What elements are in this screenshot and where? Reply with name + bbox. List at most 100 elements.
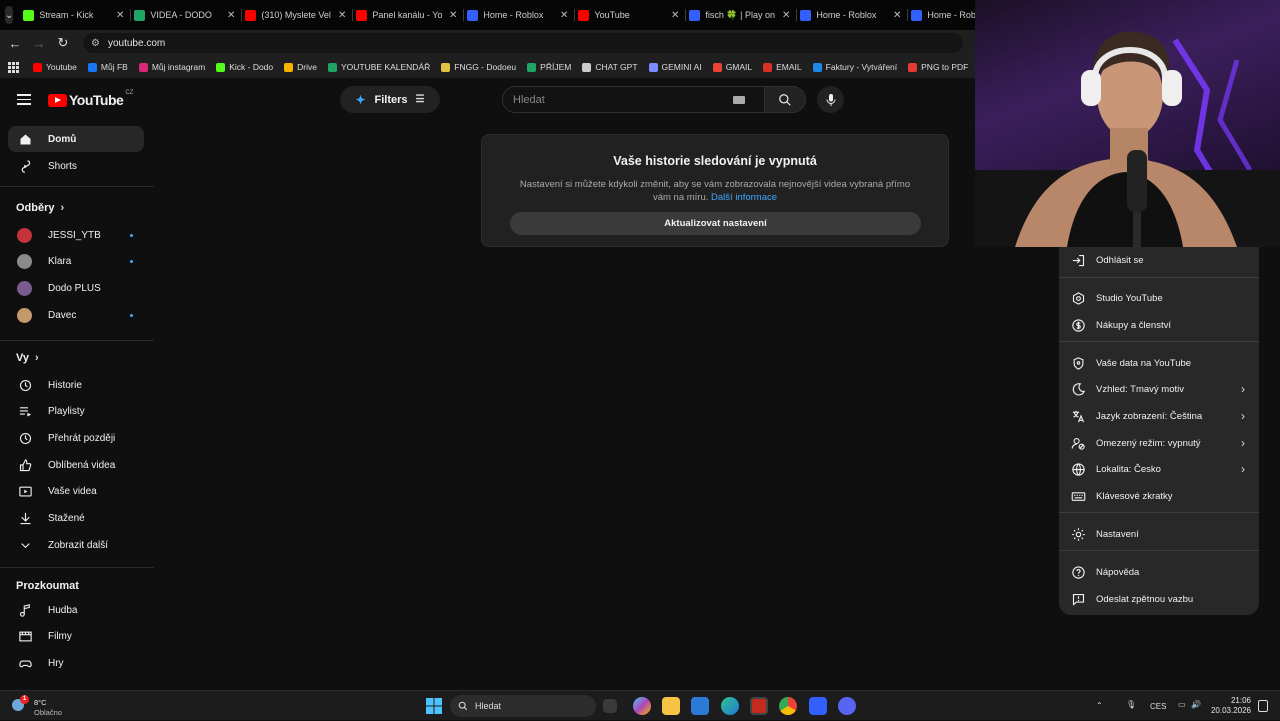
sidebar-item[interactable]: Filmy bbox=[8, 624, 144, 650]
file-explorer-icon[interactable] bbox=[662, 697, 680, 715]
sidebar-item[interactable]: Stažené bbox=[8, 506, 144, 532]
bookmark[interactable]: GEMINI AI bbox=[648, 62, 702, 72]
bookmark[interactable]: EMAIL bbox=[763, 62, 802, 72]
chrome-icon[interactable] bbox=[779, 697, 797, 715]
bookmark[interactable]: GMAIL bbox=[712, 62, 752, 72]
network-icon[interactable]: ▭ bbox=[1178, 700, 1186, 709]
bookmark[interactable]: Drive bbox=[284, 62, 317, 72]
apps-icon[interactable] bbox=[8, 62, 19, 73]
bookmark[interactable]: PŘÍJEM bbox=[527, 62, 571, 72]
tab-close-icon[interactable]: ✕ bbox=[338, 10, 346, 21]
notifications-icon[interactable] bbox=[1258, 700, 1268, 712]
tab-close-icon[interactable]: ✕ bbox=[227, 10, 235, 21]
language-indicator[interactable]: CES bbox=[1150, 702, 1166, 711]
task-view-icon[interactable] bbox=[603, 699, 617, 713]
bookmark[interactable]: Můj instagram bbox=[138, 62, 205, 72]
site-info-icon[interactable]: ⚙ bbox=[91, 38, 100, 49]
menu-item[interactable]: Omezený režim: vypnutý › bbox=[1059, 430, 1259, 456]
weather-widget[interactable]: 1 8°C Oblačno bbox=[12, 695, 82, 717]
menu-item[interactable]: Jazyk zobrazení: Čeština › bbox=[1059, 403, 1259, 429]
edge-icon[interactable] bbox=[721, 697, 739, 715]
menu-item[interactable]: Nastavení bbox=[1059, 521, 1259, 547]
forward-button[interactable]: → bbox=[27, 36, 51, 51]
menu-item[interactable]: Nápověda bbox=[1059, 559, 1259, 585]
roblox-icon[interactable] bbox=[809, 697, 827, 715]
subscription-item[interactable]: Dodo PLUS bbox=[8, 275, 144, 301]
address-bar[interactable]: ⚙ youtube.com bbox=[83, 33, 963, 53]
menu-item[interactable]: Klávesové zkratky bbox=[1059, 483, 1259, 509]
sidebar-item[interactable]: Playlisty bbox=[8, 399, 144, 425]
browser-tab[interactable]: Home - Roblox ✕ bbox=[463, 2, 574, 28]
tab-close-icon[interactable]: ✕ bbox=[449, 10, 457, 21]
learn-more-link[interactable]: Další informace bbox=[711, 192, 777, 203]
browser-tab[interactable]: fisch 🍀 | Play on ✕ bbox=[685, 2, 796, 28]
menu-item[interactable]: Vaše data na YouTube bbox=[1059, 350, 1259, 376]
sidebar-item[interactable]: Vaše videa bbox=[8, 479, 144, 505]
discord-icon[interactable] bbox=[838, 697, 856, 715]
browser-toolbar: ← → ↻ ⚙ youtube.com bbox=[0, 30, 975, 56]
browser-tab[interactable]: YouTube ✕ bbox=[574, 2, 685, 28]
browser-tab[interactable]: Panel kanálu - Yo ✕ bbox=[352, 2, 463, 28]
microphone-tray-icon[interactable]: 🎙 bbox=[1126, 700, 1136, 709]
bookmark[interactable]: PNG to PDF bbox=[908, 62, 968, 72]
update-settings-button[interactable]: Aktualizovat nastavení bbox=[510, 212, 921, 235]
bookmark[interactable]: Kick - Dodo bbox=[216, 62, 273, 72]
sidebar-item-label: Filmy bbox=[48, 631, 72, 643]
youtube-logo[interactable]: YouTube CZ bbox=[48, 90, 133, 108]
search-button[interactable] bbox=[765, 86, 806, 113]
browser-tab[interactable]: VIDEA - DODO ✕ bbox=[130, 2, 241, 28]
clock[interactable]: 21:06 20.03.2026 bbox=[1207, 696, 1251, 716]
tab-close-icon[interactable]: ✕ bbox=[560, 10, 568, 21]
subscription-item[interactable]: Davec bbox=[8, 302, 144, 328]
sidebar-item[interactable]: Domů bbox=[8, 126, 144, 152]
bookmark[interactable]: CHAT GPT bbox=[582, 62, 638, 72]
bookmark[interactable]: FNGG - Dodoeu bbox=[441, 62, 516, 72]
sidebar-item[interactable]: Shorts bbox=[8, 153, 144, 179]
taskbar-search[interactable]: Hledat bbox=[450, 695, 596, 717]
menu-item[interactable]: Odeslat zpětnou vazbu bbox=[1059, 586, 1259, 612]
menu-icon[interactable] bbox=[17, 94, 31, 105]
terminal-icon[interactable] bbox=[750, 697, 768, 715]
browser-tab[interactable]: Home - Roblox ✕ bbox=[796, 2, 907, 28]
sidebar-item[interactable]: Hry bbox=[8, 650, 144, 676]
browser-tab[interactable]: Stream - Kick ✕ bbox=[19, 2, 130, 28]
browser-tab[interactable]: (310) Myslete Vel ✕ bbox=[241, 2, 352, 28]
search-input[interactable] bbox=[513, 93, 733, 106]
menu-item[interactable]: Studio YouTube bbox=[1059, 285, 1259, 311]
bookmark[interactable]: Faktury - Vytváření bbox=[812, 62, 897, 72]
sidebar-section-header[interactable]: Odběry › bbox=[16, 202, 64, 214]
tab-close-icon[interactable]: ✕ bbox=[782, 10, 790, 21]
sidebar-section-header[interactable]: Prozkoumat bbox=[16, 580, 79, 592]
start-button[interactable] bbox=[425, 697, 443, 715]
bookmark[interactable]: Můj FB bbox=[87, 62, 128, 72]
subscription-item[interactable]: Klara bbox=[8, 249, 144, 275]
sidebar-item[interactable]: Historie bbox=[8, 372, 144, 398]
subscription-item[interactable]: JESSI_YTB bbox=[8, 222, 144, 248]
tray-overflow-icon[interactable]: ⌃ bbox=[1096, 701, 1103, 710]
outlook-icon[interactable] bbox=[691, 697, 709, 715]
bookmark[interactable]: YOUTUBE KALENDÁŘ bbox=[327, 62, 430, 72]
sidebar-item[interactable]: Zobrazit další bbox=[8, 532, 144, 558]
reload-button[interactable]: ↻ bbox=[51, 35, 75, 51]
tab-close-icon[interactable]: ✕ bbox=[116, 10, 124, 21]
menu-item[interactable]: Vzhled: Tmavý motiv › bbox=[1059, 376, 1259, 402]
tab-search-button[interactable]: ⌄ bbox=[5, 6, 14, 24]
voice-search-button[interactable] bbox=[817, 86, 844, 113]
menu-item[interactable]: Lokalita: Česko › bbox=[1059, 456, 1259, 482]
keyboard-icon[interactable] bbox=[733, 95, 745, 104]
back-button[interactable]: ← bbox=[3, 36, 27, 51]
bookmark-favicon-icon bbox=[33, 62, 42, 72]
menu-item[interactable]: Nákupy a členství bbox=[1059, 312, 1259, 338]
sidebar-item[interactable]: Oblíbená videa bbox=[8, 452, 144, 478]
tab-close-icon[interactable]: ✕ bbox=[893, 10, 901, 21]
sidebar-section-header[interactable]: Vy › bbox=[16, 352, 39, 364]
tab-close-icon[interactable]: ✕ bbox=[671, 10, 679, 21]
sidebar-item[interactable]: Hudba bbox=[8, 597, 144, 623]
help-icon bbox=[1070, 564, 1086, 580]
menu-item[interactable]: Odhlásit se bbox=[1059, 247, 1259, 273]
volume-icon[interactable]: 🔊 bbox=[1191, 700, 1201, 709]
copilot-icon[interactable] bbox=[633, 697, 651, 715]
filters-button[interactable]: ✦ Filters ☰ bbox=[340, 86, 440, 113]
bookmark[interactable]: Youtube bbox=[33, 62, 77, 72]
sidebar-item[interactable]: Přehrát později bbox=[8, 425, 144, 451]
